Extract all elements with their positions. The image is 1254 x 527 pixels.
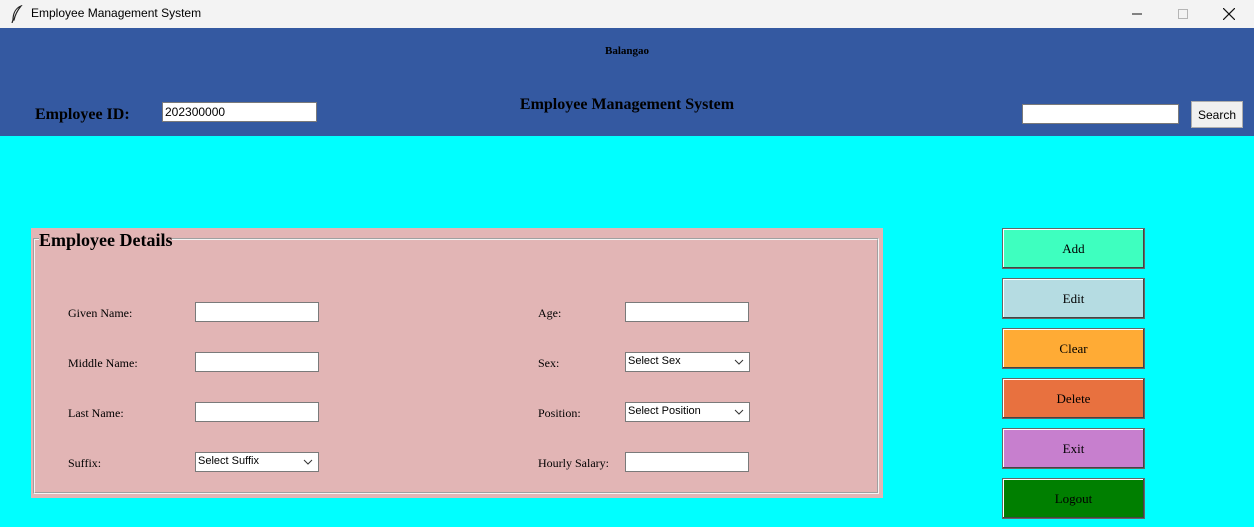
add-button[interactable]: Add (1002, 228, 1145, 269)
suffix-label: Suffix: (68, 456, 102, 470)
header-bar: Balangao Employee Management System Empl… (0, 28, 1254, 136)
employee-id-label: Employee ID: (35, 106, 130, 123)
employee-details-panel: Employee Details Given Name: Middle Name… (31, 228, 883, 498)
delete-button[interactable]: Delete (1002, 378, 1145, 419)
employee-id-input[interactable] (162, 102, 317, 122)
minimize-button[interactable] (1114, 0, 1160, 28)
last-name-input[interactable] (195, 402, 319, 422)
last-name-label: Last Name: (68, 406, 124, 420)
window-title: Employee Management System (31, 6, 202, 20)
given-name-input[interactable] (195, 302, 319, 322)
chevron-down-icon (734, 409, 744, 415)
age-input[interactable] (625, 302, 749, 322)
suffix-select[interactable]: Select Suffix (195, 452, 319, 472)
feather-icon (11, 5, 23, 23)
position-label: Position: (538, 406, 581, 420)
given-name-label: Given Name: (68, 306, 133, 320)
edit-button[interactable]: Edit (1002, 278, 1145, 319)
age-label: Age: (538, 306, 562, 320)
close-button[interactable] (1206, 0, 1252, 28)
middle-name-input[interactable] (195, 352, 319, 372)
chevron-down-icon (734, 359, 744, 365)
clear-button[interactable]: Clear (1002, 328, 1145, 369)
maximize-icon (1178, 9, 1188, 19)
org-name: Balangao (604, 45, 649, 57)
close-icon (1223, 8, 1235, 20)
maximize-button[interactable] (1160, 0, 1206, 28)
sex-label: Sex: (538, 356, 560, 370)
logout-button[interactable]: Logout (1002, 478, 1145, 519)
position-select-value: Select Position (628, 405, 701, 417)
window-titlebar: Employee Management System (0, 0, 1254, 28)
hourly-salary-label: Hourly Salary: (538, 456, 609, 470)
chevron-down-icon (303, 459, 313, 465)
search-input[interactable] (1022, 104, 1179, 124)
hourly-salary-input[interactable] (625, 452, 749, 472)
sex-select[interactable]: Select Sex (625, 352, 750, 372)
sex-select-value: Select Sex (628, 355, 681, 367)
exit-button[interactable]: Exit (1002, 428, 1145, 469)
position-select[interactable]: Select Position (625, 402, 750, 422)
middle-name-label: Middle Name: (68, 356, 138, 370)
suffix-select-value: Select Suffix (198, 455, 259, 467)
search-button[interactable]: Search (1191, 101, 1243, 128)
details-legend: Employee Details (39, 230, 173, 250)
minimize-icon (1132, 13, 1142, 15)
details-frame (33, 238, 879, 494)
